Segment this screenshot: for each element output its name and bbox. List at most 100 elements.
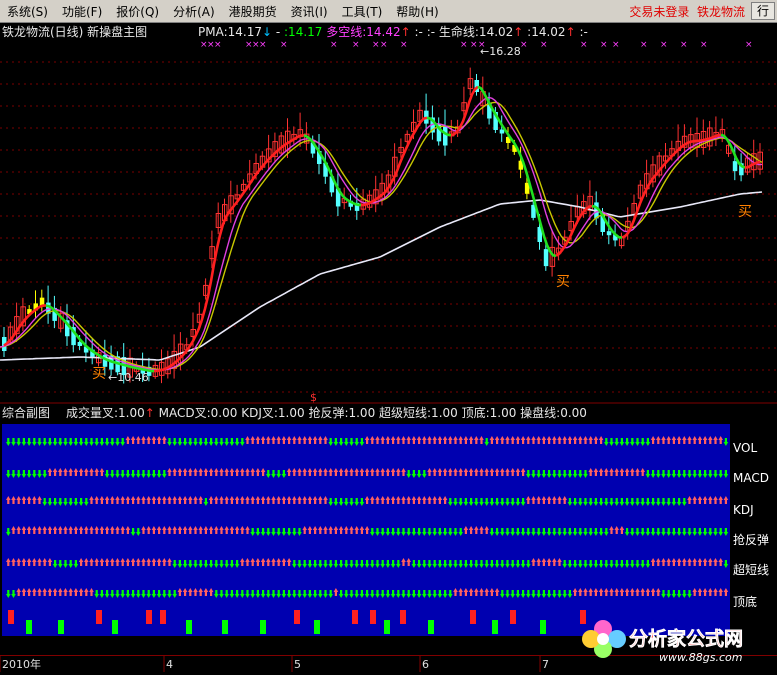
sub-indicator-readout: 成交量叉:1.00↑ MACD叉:0.00 KDJ叉:1.00 抢反弹:1.00… bbox=[66, 405, 587, 420]
signal-row-label: MACD bbox=[733, 471, 769, 485]
signal-bar bbox=[294, 610, 300, 624]
signal-bar bbox=[160, 610, 166, 624]
signal-bar bbox=[428, 620, 434, 634]
sub-indicator-0: 成交量叉:1.00 bbox=[66, 405, 145, 420]
cross-marker: × bbox=[660, 40, 668, 50]
candle bbox=[499, 129, 505, 134]
menu-info[interactable]: 资讯(I) bbox=[284, 3, 335, 20]
candle bbox=[732, 161, 738, 172]
candle bbox=[606, 231, 612, 236]
stock-name: 铁龙物流 bbox=[696, 4, 745, 19]
cross-marker: × bbox=[460, 40, 468, 50]
indicator-8: :- bbox=[576, 25, 588, 39]
signal-row-label: 顶底 bbox=[733, 594, 757, 609]
menu-bar: 系统(S) 功能(F) 报价(Q) 分析(A) 港股期货 资讯(I) 工具(T)… bbox=[0, 0, 777, 23]
indicator-1: - bbox=[272, 25, 280, 39]
signal-bar bbox=[146, 610, 152, 624]
cross-marker: × bbox=[259, 40, 267, 50]
sub-indicator-1: MACD叉:0.00 bbox=[155, 406, 238, 420]
watermark-logo: 分析家公式网 www.88gs.com bbox=[581, 615, 771, 665]
menu-hk-futures[interactable]: 港股期货 bbox=[222, 3, 284, 20]
sub-indicator-5: 顶底:1.00 bbox=[458, 405, 517, 420]
signal-row-label: 抢反弹 bbox=[733, 532, 769, 547]
menu-analysis[interactable]: 分析(A) bbox=[166, 3, 222, 20]
main-chart-panel[interactable]: 铁龙物流(日线) 新操盘主图 PMA:14.17↓ - :14.17 多空线:1… bbox=[0, 22, 777, 404]
signal-row-label: 超短线 bbox=[733, 562, 769, 577]
indicator-2: :14.17 bbox=[280, 25, 322, 39]
cross-marker: × bbox=[372, 40, 380, 50]
signal-bar bbox=[260, 620, 266, 634]
signal-bar bbox=[540, 620, 546, 634]
candles bbox=[2, 67, 763, 384]
cross-marker: × bbox=[745, 40, 753, 50]
menu-quote[interactable]: 报价(Q) bbox=[109, 3, 166, 20]
cross-marker: × bbox=[640, 40, 648, 50]
menu-function[interactable]: 功能(F) bbox=[55, 3, 109, 20]
logo-text: 分析家公式网 bbox=[629, 627, 743, 650]
menu-help[interactable]: 帮助(H) bbox=[389, 3, 445, 20]
top-cross-markers: × × × × × × × × × × × × × × × × × × × × × × × × × bbox=[200, 40, 753, 50]
cross-marker: × bbox=[540, 40, 548, 50]
signal-bar bbox=[384, 620, 390, 634]
candle bbox=[443, 126, 448, 146]
indicator-7: :14.02 bbox=[523, 25, 565, 39]
cross-marker: × bbox=[380, 40, 388, 50]
login-status: 交易未登录 铁龙物流 bbox=[629, 4, 745, 19]
axis-label: 5 bbox=[294, 658, 301, 671]
sub-indicator-2: KDJ叉:1.00 bbox=[237, 406, 304, 420]
axis-label: 6 bbox=[422, 658, 429, 671]
cross-marker: × bbox=[580, 40, 588, 50]
buy-signals: 买买买 bbox=[92, 204, 752, 382]
signal-bar bbox=[314, 620, 320, 634]
indicator-6: 生命线:14.02 bbox=[435, 24, 513, 39]
life-line bbox=[0, 191, 763, 361]
cross-marker: × bbox=[600, 40, 608, 50]
signal-row-label: VOL bbox=[733, 441, 757, 455]
indicator-4: :- bbox=[411, 25, 423, 39]
cross-marker: × bbox=[400, 40, 408, 50]
moving-average-lines bbox=[0, 85, 763, 373]
cross-marker: × bbox=[214, 40, 222, 50]
axis-label: 2010年 bbox=[2, 657, 41, 671]
signal-bar bbox=[222, 620, 228, 634]
signal-row-label: KDJ bbox=[733, 503, 754, 517]
cross-marker: × bbox=[470, 40, 478, 50]
signal-row-labels: VOL MACD KDJ 抢反弹超短线顶底 bbox=[733, 441, 769, 609]
buy-label: 买 bbox=[556, 274, 570, 290]
menu-system[interactable]: 系统(S) bbox=[0, 3, 55, 20]
cross-marker: × bbox=[330, 40, 338, 50]
candlestick-chart[interactable]: 铁龙物流(日线) 新操盘主图 PMA:14.17↓ - :14.17 多空线:1… bbox=[0, 22, 777, 404]
fast-line bbox=[153, 134, 305, 373]
cross-marker: × bbox=[520, 40, 528, 50]
indicator-5: :- bbox=[423, 25, 435, 39]
buy-label: 买 bbox=[92, 366, 106, 382]
sub-chart-title: 综合副图 bbox=[2, 405, 50, 420]
signal-bar bbox=[492, 620, 498, 634]
cross-marker: × bbox=[612, 40, 620, 50]
yellow-ma-line bbox=[0, 101, 763, 371]
cross-marker: × bbox=[680, 40, 688, 50]
candle bbox=[543, 249, 549, 267]
cross-marker: × bbox=[352, 40, 360, 50]
sub-indicator-6: 操盘线:0.00 bbox=[516, 405, 587, 420]
menu-tools[interactable]: 工具(T) bbox=[335, 3, 390, 20]
axis-label: 4 bbox=[166, 658, 173, 671]
signal-bar bbox=[112, 620, 118, 634]
signal-bar bbox=[370, 610, 376, 624]
logo-url: www.88gs.com bbox=[659, 651, 742, 664]
signal-bar bbox=[96, 610, 102, 624]
indicator-3: 多空线:14.42 bbox=[322, 25, 400, 39]
quote-button[interactable]: 行 bbox=[750, 2, 775, 20]
divider-mark: $ bbox=[310, 391, 317, 404]
signal-bar bbox=[58, 620, 64, 634]
price-gridlines bbox=[0, 61, 777, 393]
signal-bar bbox=[8, 610, 14, 624]
cross-marker: × bbox=[700, 40, 708, 50]
buy-label: 买 bbox=[738, 204, 752, 220]
main-chart-title: 铁龙物流(日线) 新操盘主图 bbox=[2, 24, 147, 39]
sub-indicator-4: 超级短线:1.00 bbox=[375, 405, 458, 420]
axis-label: 7 bbox=[542, 658, 549, 671]
flower-logo-icon bbox=[582, 620, 626, 658]
signal-bar bbox=[26, 620, 32, 634]
sub-indicator-3: 抢反弹:1.00 bbox=[305, 405, 376, 420]
